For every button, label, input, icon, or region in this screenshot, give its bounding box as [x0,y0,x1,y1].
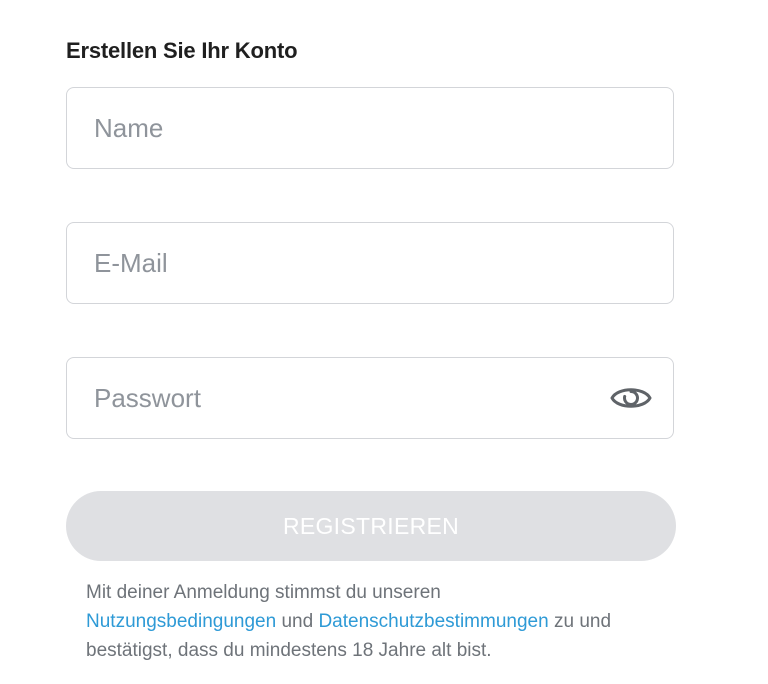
terms-link[interactable]: Nutzungsbedingungen [86,611,276,632]
show-password-toggle[interactable] [609,378,653,418]
email-field[interactable] [66,222,674,304]
register-button[interactable]: REGISTRIEREN [66,491,676,561]
page-title: Erstellen Sie Ihr Konto [66,38,298,63]
eye-icon [610,388,652,408]
legal-text-2: und [281,611,314,632]
password-field[interactable] [66,357,674,439]
privacy-link[interactable]: Datenschutzbestimmungen [318,611,548,632]
legal-notice: Mit deiner Anmeldung stimmst du unseren … [86,578,666,665]
email-input[interactable] [94,223,594,303]
password-input[interactable] [94,358,594,438]
name-field[interactable] [66,87,674,169]
signup-page: Erstellen Sie Ihr Konto REGISTRIEREN Mit… [0,0,768,684]
name-input[interactable] [94,88,594,168]
legal-text-1: Mit deiner Anmeldung stimmst du unseren [86,582,441,603]
